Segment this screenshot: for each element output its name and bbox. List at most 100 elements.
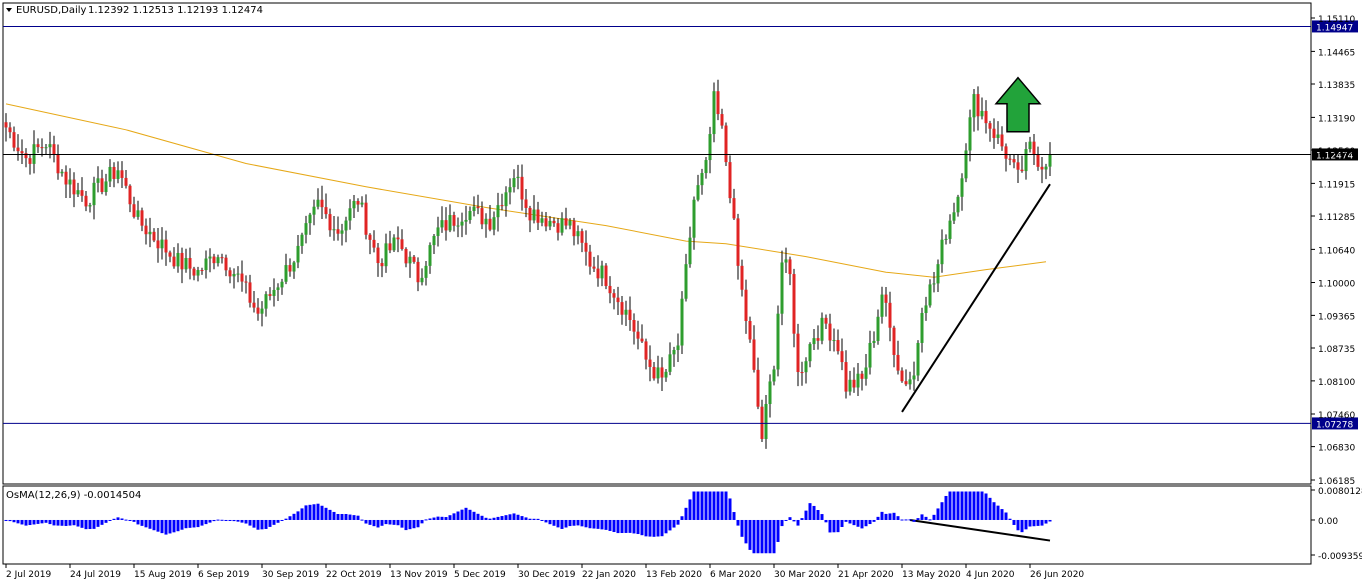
candle-body bbox=[216, 257, 220, 264]
candle-body bbox=[276, 287, 280, 290]
candle-body bbox=[324, 207, 328, 215]
osma-bar bbox=[220, 519, 224, 521]
osma-bar bbox=[664, 519, 668, 534]
candle-body bbox=[48, 144, 52, 148]
candle-body bbox=[1000, 134, 1004, 147]
price-axis: 1.15110 1.14465 1.13835 1.13190 1.12560 1.119… bbox=[1311, 15, 1355, 487]
candle-body bbox=[608, 285, 612, 294]
osma-bar bbox=[652, 519, 656, 537]
osma-bar bbox=[748, 519, 752, 550]
osma-bar bbox=[120, 518, 124, 520]
osma-bar bbox=[300, 508, 304, 520]
candle-body bbox=[980, 110, 984, 117]
candle-body bbox=[440, 220, 444, 228]
osma-bar bbox=[888, 513, 892, 520]
time-tick-label: 13 May 2020 bbox=[902, 570, 961, 580]
candle-body bbox=[28, 158, 32, 164]
candle-body bbox=[540, 218, 544, 223]
osma-bar bbox=[612, 519, 616, 533]
osma-bar bbox=[552, 519, 556, 526]
candle-body bbox=[952, 212, 956, 221]
osma-bar bbox=[712, 491, 716, 520]
candle-body bbox=[804, 361, 808, 373]
candle-body bbox=[956, 196, 960, 213]
osma-bar bbox=[692, 491, 696, 520]
osma-bar bbox=[880, 511, 884, 520]
candle-body bbox=[188, 257, 192, 269]
osma-bar bbox=[608, 519, 612, 531]
osma-bar bbox=[1028, 519, 1032, 527]
candle-body bbox=[164, 239, 168, 253]
osma-bar bbox=[232, 519, 236, 522]
candle-body bbox=[296, 245, 300, 263]
candle-body bbox=[944, 238, 948, 240]
candle-body bbox=[284, 265, 288, 282]
osma-bar bbox=[372, 519, 376, 527]
osma-bar bbox=[384, 519, 388, 525]
osma-bar bbox=[1020, 519, 1024, 533]
candle-body bbox=[356, 200, 360, 205]
candle-body bbox=[984, 110, 988, 124]
candle-body bbox=[264, 294, 268, 309]
candle-body bbox=[816, 338, 820, 341]
osma-bar bbox=[804, 510, 808, 520]
candle-body bbox=[748, 321, 752, 340]
osma-bar bbox=[428, 518, 432, 520]
osma-bar bbox=[420, 519, 424, 524]
time-tick-label: 13 Nov 2019 bbox=[390, 570, 448, 580]
candle-body bbox=[580, 231, 584, 243]
time-tick-label: 6 Mar 2020 bbox=[710, 570, 762, 580]
candle-body bbox=[848, 379, 852, 392]
osma-bar bbox=[200, 519, 204, 526]
osma-bar bbox=[764, 519, 768, 554]
candle-body bbox=[776, 313, 780, 370]
osma-bar bbox=[944, 495, 948, 520]
osma-bar bbox=[48, 519, 52, 525]
candle-body bbox=[432, 235, 436, 246]
osma-bar bbox=[892, 512, 896, 520]
candle-body bbox=[828, 323, 832, 341]
osma-bar bbox=[188, 519, 192, 528]
candle-body bbox=[456, 225, 460, 227]
osma-bar bbox=[72, 519, 76, 526]
osma-bar bbox=[100, 519, 104, 525]
osma-bar bbox=[52, 519, 56, 526]
candle-body bbox=[448, 215, 452, 231]
candle-body bbox=[888, 302, 892, 328]
osma-bar bbox=[956, 491, 960, 520]
osma-bar bbox=[492, 517, 496, 520]
time-tick-label: 13 Feb 2020 bbox=[646, 570, 702, 580]
osma-bar bbox=[900, 519, 904, 521]
candle-body bbox=[436, 227, 440, 236]
candle-body bbox=[548, 220, 552, 227]
osma-bar bbox=[640, 519, 644, 536]
candle-body bbox=[756, 369, 760, 407]
osma-bar bbox=[844, 519, 848, 522]
price-tick-label: 1.10640 bbox=[1318, 246, 1355, 256]
osma-bar bbox=[908, 519, 912, 521]
candle-body bbox=[12, 132, 16, 148]
candle-body bbox=[112, 166, 116, 179]
osma-bar bbox=[356, 515, 360, 520]
candle-body bbox=[268, 294, 272, 296]
candle-body bbox=[764, 404, 768, 439]
osma-bar bbox=[696, 491, 700, 520]
candle-body bbox=[648, 359, 652, 367]
time-tick-label: 26 Jun 2020 bbox=[1030, 570, 1084, 580]
candle-body bbox=[644, 341, 648, 360]
osma-bar bbox=[64, 519, 68, 526]
candle-body bbox=[520, 176, 524, 200]
osma-bar bbox=[560, 519, 564, 529]
osma-bar bbox=[792, 519, 796, 522]
osma-bar bbox=[716, 491, 720, 520]
osma-bar bbox=[284, 518, 288, 520]
candle-body bbox=[860, 373, 864, 379]
candle-body bbox=[836, 340, 840, 352]
osma-bar bbox=[660, 519, 664, 537]
osma-bar bbox=[1024, 519, 1028, 530]
candle-body bbox=[452, 215, 456, 226]
candle-body bbox=[780, 262, 784, 314]
osma-bar bbox=[996, 505, 1000, 520]
osma-bar bbox=[708, 491, 712, 520]
candle-body bbox=[256, 307, 260, 314]
